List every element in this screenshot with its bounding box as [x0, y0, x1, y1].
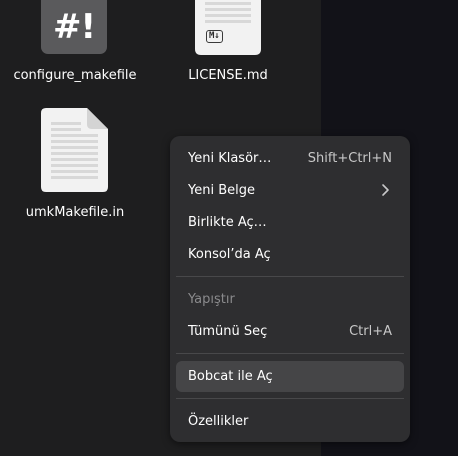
- context-menu: Yeni Klasör… Shift+Ctrl+N Yeni Belge Bir…: [170, 136, 410, 442]
- markdown-file-icon: [195, 0, 261, 55]
- desktop-window: #! configure_makefile M↓ LICENSE.md umkM…: [0, 0, 458, 456]
- script-glyph: #!: [53, 7, 96, 47]
- menu-separator: [176, 276, 404, 277]
- menu-separator: [176, 353, 404, 354]
- menu-item-shortcut: Ctrl+A: [349, 324, 392, 339]
- menu-item-label: Bobcat ile Aç: [188, 369, 273, 384]
- menu-item-properties[interactable]: Özellikler: [176, 406, 404, 437]
- menu-item-label: Özellikler: [188, 414, 249, 429]
- menu-item-open-in-console[interactable]: Konsol’da Aç: [176, 239, 404, 270]
- text-file-icon: [41, 108, 108, 192]
- menu-item-label: Tümünü Seç: [188, 324, 268, 339]
- menu-item-shortcut: Shift+Ctrl+N: [307, 151, 392, 166]
- menu-item-paste: Yapıştır: [176, 284, 404, 315]
- file-name: configure_makefile: [13, 68, 137, 83]
- markdown-badge: M↓: [206, 30, 223, 43]
- menu-item-new-folder[interactable]: Yeni Klasör… Shift+Ctrl+N: [176, 143, 404, 174]
- menu-item-new-document[interactable]: Yeni Belge: [176, 175, 404, 206]
- file-name: umkMakefile.in: [25, 205, 125, 220]
- menu-item-open-with[interactable]: Birlikte Aç…: [176, 207, 404, 238]
- menu-item-label: Yapıştır: [188, 292, 235, 307]
- script-icon: #!: [41, 0, 107, 54]
- menu-item-label: Yeni Klasör…: [188, 151, 272, 166]
- menu-item-label: Birlikte Aç…: [188, 215, 267, 230]
- menu-item-select-all[interactable]: Tümünü Seç Ctrl+A: [176, 316, 404, 347]
- file-name: LICENSE.md: [188, 68, 268, 83]
- menu-item-label: Konsol’da Aç: [188, 247, 271, 262]
- menu-separator: [176, 398, 404, 399]
- menu-item-open-with-bobcat[interactable]: Bobcat ile Aç: [176, 361, 404, 392]
- menu-item-label: Yeni Belge: [188, 183, 255, 198]
- chevron-right-icon: [382, 184, 389, 196]
